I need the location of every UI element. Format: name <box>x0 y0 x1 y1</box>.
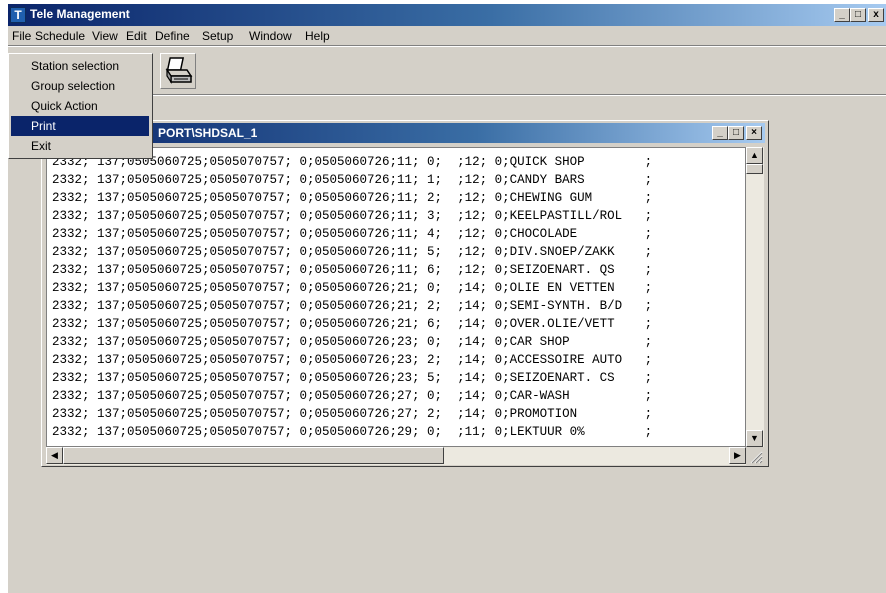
report-line: 2332; 137;0505060725;0505070757; 0;05050… <box>52 407 653 421</box>
report-maximize-button[interactable]: □ <box>728 126 744 140</box>
horizontal-scroll-thumb[interactable] <box>63 447 444 464</box>
menu-view[interactable]: View <box>92 29 118 43</box>
app-titlebar[interactable]: T Tele Management _ □ x <box>8 4 886 26</box>
app-window: T Tele Management _ □ x File Schedule Vi… <box>8 4 886 593</box>
file-menu-dropdown: Station selection Group selection Quick … <box>8 53 153 159</box>
report-line: 2332; 137;0505060725;0505070757; 0;05050… <box>52 425 653 439</box>
report-line: 2332; 137;0505060725;0505070757; 0;05050… <box>52 335 653 349</box>
menu-window[interactable]: Window <box>249 29 292 43</box>
resize-grip-icon[interactable] <box>746 447 764 465</box>
menu-item-print[interactable]: Print <box>11 116 149 136</box>
report-line: 2332; 137;0505060725;0505070757; 0;05050… <box>52 173 653 187</box>
report-line: 2332; 137;0505060725;0505070757; 0;05050… <box>52 191 653 205</box>
menubar-divider <box>8 45 886 47</box>
report-close-button[interactable]: × <box>746 126 762 140</box>
report-line: 2332; 137;0505060725;0505070757; 0;05050… <box>52 317 653 331</box>
app-icon[interactable]: T <box>10 7 26 23</box>
report-window: PORT\SHDSAL_1 _ □ × 2332; 137;0505060725… <box>41 120 769 467</box>
report-line: 2332; 137;0505060725;0505070757; 0;05050… <box>52 371 653 385</box>
report-line: 2332; 137;0505060725;0505070757; 0;05050… <box>52 245 653 259</box>
app-close-button[interactable]: x <box>868 8 884 22</box>
horizontal-scrollbar[interactable]: ◀ ▶ <box>46 447 746 465</box>
scroll-right-arrow-icon[interactable]: ▶ <box>729 447 746 464</box>
report-line: 2332; 137;0505060725;0505070757; 0;05050… <box>52 389 653 403</box>
print-button[interactable] <box>160 53 196 89</box>
menu-define[interactable]: Define <box>155 29 190 43</box>
scroll-up-arrow-icon[interactable]: ▲ <box>746 147 763 164</box>
report-line: 2332; 137;0505060725;0505070757; 0;05050… <box>52 263 653 277</box>
report-line: 2332; 137;0505060725;0505070757; 0;05050… <box>52 209 653 223</box>
vertical-scroll-thumb[interactable] <box>746 164 763 174</box>
report-minimize-button[interactable]: _ <box>712 126 728 140</box>
menu-file[interactable]: File <box>12 29 31 43</box>
report-line: 2332; 137;0505060725;0505070757; 0;05050… <box>52 227 653 241</box>
menu-setup[interactable]: Setup <box>202 29 233 43</box>
menu-item-station-selection[interactable]: Station selection <box>11 56 149 76</box>
app-maximize-button[interactable]: □ <box>850 8 866 22</box>
menu-item-exit[interactable]: Exit <box>11 136 149 156</box>
menu-item-quick-action[interactable]: Quick Action <box>11 96 149 116</box>
vertical-scrollbar[interactable]: ▲ ▼ <box>746 147 764 447</box>
printer-icon <box>165 57 193 84</box>
report-line: 2332; 137;0505060725;0505070757; 0;05050… <box>52 281 653 295</box>
menu-schedule[interactable]: Schedule <box>35 29 85 43</box>
app-minimize-button[interactable]: _ <box>834 8 850 22</box>
report-line: 2332; 137;0505060725;0505070757; 0;05050… <box>52 299 653 313</box>
report-text-area[interactable]: 2332; 137;0505060725;0505070757; 0;05050… <box>46 147 746 447</box>
app-title: Tele Management <box>30 7 130 21</box>
menu-help[interactable]: Help <box>305 29 330 43</box>
menu-edit[interactable]: Edit <box>126 29 147 43</box>
scroll-left-arrow-icon[interactable]: ◀ <box>46 447 63 464</box>
report-window-title: PORT\SHDSAL_1 <box>158 126 258 140</box>
menubar: File Schedule View Edit Define Setup Win… <box>8 26 886 45</box>
scroll-down-arrow-icon[interactable]: ▼ <box>746 430 763 447</box>
report-line: 2332; 137;0505060725;0505070757; 0;05050… <box>52 353 653 367</box>
menu-item-group-selection[interactable]: Group selection <box>11 76 149 96</box>
